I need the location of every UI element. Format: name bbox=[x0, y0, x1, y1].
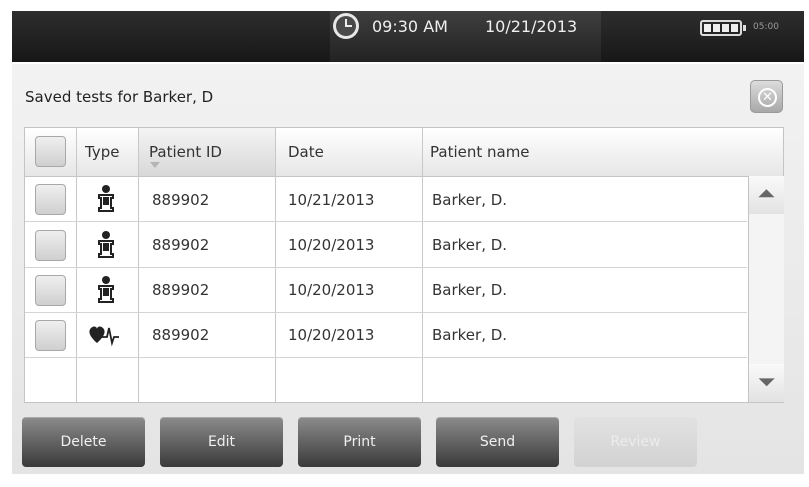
patient-name-cell: Barker, D. bbox=[432, 281, 508, 299]
patient-name-cell: Barker, D. bbox=[432, 191, 508, 209]
row-checkbox[interactable] bbox=[35, 230, 66, 261]
edit-button[interactable]: Edit bbox=[160, 417, 283, 467]
double-up-arrow-icon: ⏶ bbox=[757, 182, 776, 207]
column-header-type[interactable]: Type bbox=[85, 128, 119, 176]
clock-icon bbox=[333, 13, 359, 39]
column-header-patient-name[interactable]: Patient name bbox=[430, 128, 530, 176]
column-header-patient-id[interactable]: Patient ID bbox=[149, 128, 222, 176]
date-cell: 10/20/2013 bbox=[288, 236, 375, 254]
date-cell: 10/20/2013 bbox=[288, 281, 375, 299]
patient-id-cell: 889902 bbox=[152, 281, 210, 299]
row-checkbox[interactable] bbox=[35, 275, 66, 306]
review-button[interactable]: Review bbox=[574, 417, 697, 467]
person-icon bbox=[98, 185, 114, 212]
select-all-checkbox[interactable] bbox=[35, 136, 66, 167]
heart-ecg-icon bbox=[89, 326, 119, 347]
page-title: Saved tests for Barker, D bbox=[25, 88, 214, 106]
row-checkbox[interactable] bbox=[35, 184, 66, 215]
close-button[interactable]: ✕ bbox=[750, 80, 783, 113]
patient-name-cell: Barker, D. bbox=[432, 326, 508, 344]
patient-id-cell: 889902 bbox=[152, 326, 210, 344]
double-down-arrow-icon: ⏷ bbox=[757, 370, 776, 395]
person-icon bbox=[98, 231, 114, 258]
date-cell: 10/20/2013 bbox=[288, 326, 375, 344]
scrollbar[interactable]: ⏶ ⏷ bbox=[748, 176, 784, 402]
sort-arrow-icon bbox=[150, 162, 160, 168]
patient-name-cell: Barker, D. bbox=[432, 236, 508, 254]
delete-button[interactable]: Delete bbox=[22, 417, 145, 467]
patient-id-cell: 889902 bbox=[152, 236, 210, 254]
saved-tests-table: Type Patient ID Date Patient name 889902… bbox=[24, 127, 784, 403]
send-button[interactable]: Send bbox=[436, 417, 559, 467]
date-cell: 10/21/2013 bbox=[288, 191, 375, 209]
patient-id-cell: 889902 bbox=[152, 191, 210, 209]
close-icon: ✕ bbox=[758, 88, 777, 107]
person-icon bbox=[98, 276, 114, 303]
row-checkbox[interactable] bbox=[35, 320, 66, 351]
battery-time: 05:00 bbox=[753, 22, 779, 32]
column-header-date[interactable]: Date bbox=[288, 128, 324, 176]
status-time: 09:30 AM bbox=[372, 17, 448, 36]
print-button[interactable]: Print bbox=[298, 417, 421, 467]
scroll-to-bottom-button[interactable]: ⏷ bbox=[749, 364, 784, 402]
status-date: 10/21/2013 bbox=[485, 17, 578, 36]
battery-icon bbox=[700, 20, 746, 36]
scroll-to-top-button[interactable]: ⏶ bbox=[749, 176, 784, 214]
